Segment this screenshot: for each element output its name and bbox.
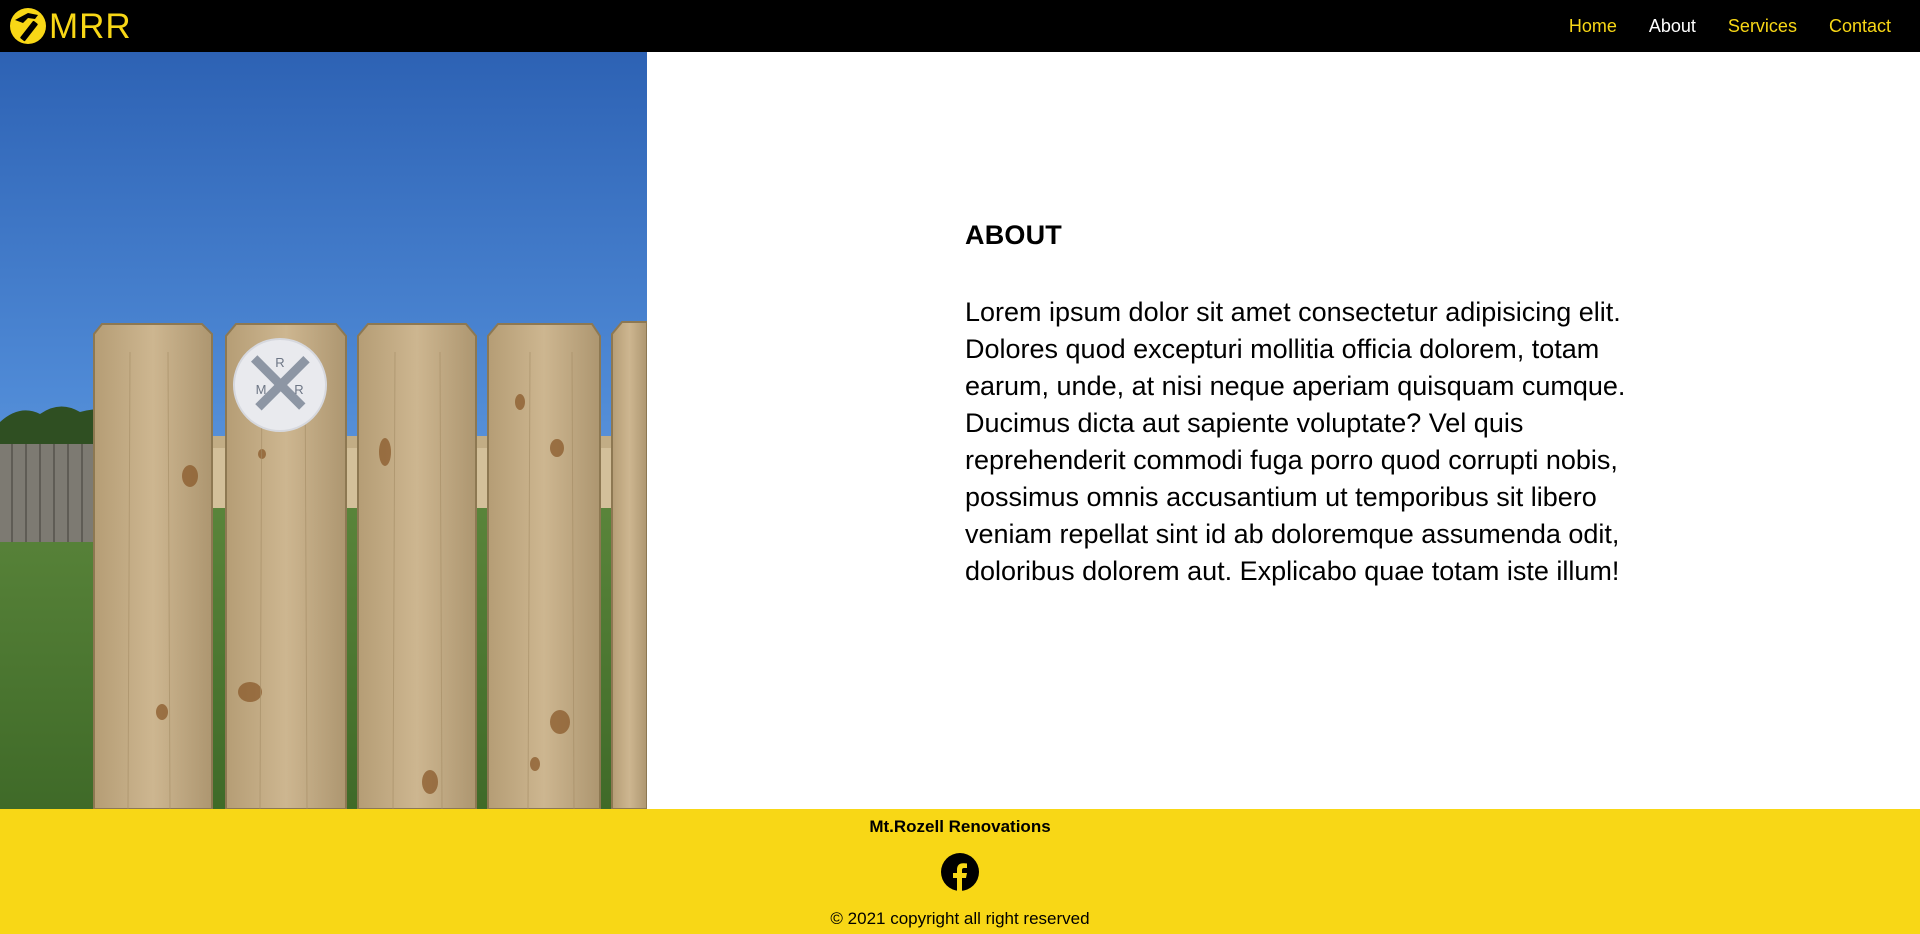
top-navbar: MRR Home About Services Contact bbox=[0, 0, 1920, 52]
svg-text:R: R bbox=[275, 355, 284, 370]
brand-logo[interactable]: MRR bbox=[9, 0, 132, 52]
logo-text: MRR bbox=[49, 6, 132, 46]
main-nav: Home About Services Contact bbox=[1537, 0, 1891, 52]
nav-contact-link[interactable]: Contact bbox=[1829, 16, 1891, 37]
about-paragraph: Lorem ipsum dolor sit amet consectetur a… bbox=[965, 297, 1626, 586]
nav-services-link[interactable]: Services bbox=[1728, 16, 1797, 37]
svg-text:R: R bbox=[294, 382, 303, 397]
about-section: ABOUT Lorem ipsum dolor sit amet consect… bbox=[647, 52, 1920, 809]
fence-photo: R M R bbox=[0, 52, 647, 809]
about-heading: ABOUT bbox=[965, 220, 1062, 250]
mrr-badge: R M R bbox=[233, 338, 327, 432]
nav-home-link[interactable]: Home bbox=[1569, 16, 1617, 37]
site-footer: Mt.Rozell Renovations © 2021 copyright a… bbox=[0, 809, 1920, 934]
copyright-text: © 2021 copyright all right reserved bbox=[830, 909, 1090, 928]
footer-brand-name: Mt.Rozell Renovations bbox=[869, 817, 1051, 836]
facebook-icon[interactable] bbox=[941, 853, 979, 891]
svg-text:M: M bbox=[256, 382, 267, 397]
hammer-circle-icon bbox=[9, 7, 47, 45]
nav-about-link[interactable]: About bbox=[1649, 16, 1696, 37]
